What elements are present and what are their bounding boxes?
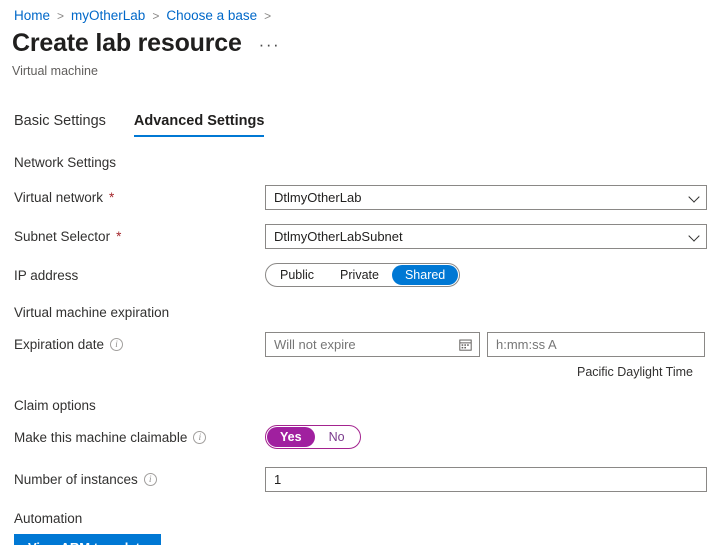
- settings-tabs: Basic Settings Advanced Settings: [14, 113, 264, 137]
- field-row-expiration-date: Expiration date i Will not expire h:mm:s…: [14, 332, 714, 357]
- label-ip-address: IP address: [14, 268, 265, 283]
- label-number-of-instances-text: Number of instances: [14, 472, 138, 487]
- tab-advanced-settings[interactable]: Advanced Settings: [133, 113, 264, 137]
- info-icon[interactable]: i: [143, 473, 157, 486]
- tab-basic-settings[interactable]: Basic Settings: [14, 113, 106, 137]
- timezone-note: Pacific Daylight Time: [576, 365, 693, 379]
- label-expiration-date: Expiration date i: [14, 337, 265, 352]
- label-subnet-selector: Subnet Selector *: [14, 229, 265, 244]
- section-heading-claim-options: Claim options: [14, 398, 96, 413]
- advanced-settings-form: Network Settings Virtual network * Dtlmy…: [0, 155, 714, 545]
- field-row-claimable: Make this machine claimable i Yes No: [14, 425, 714, 449]
- section-heading-vm-expiration: Virtual machine expiration: [14, 305, 170, 320]
- required-indicator: *: [116, 229, 122, 244]
- label-virtual-network: Virtual network *: [14, 190, 265, 205]
- field-row-virtual-network: Virtual network * DtlmyOtherLab: [14, 185, 714, 210]
- breadcrumb-separator-icon: >: [264, 8, 272, 23]
- expiration-date-placeholder: Will not expire: [274, 337, 356, 352]
- breadcrumb-separator-icon: >: [152, 8, 160, 23]
- subnet-selector-select[interactable]: DtlmyOtherLabSubnet: [265, 224, 707, 249]
- field-row-ip-address: IP address Public Private Shared: [14, 263, 714, 287]
- ip-address-toggle[interactable]: Public Private Shared: [265, 263, 461, 287]
- more-options-icon[interactable]: ···: [256, 36, 283, 58]
- section-heading-network-settings: Network Settings: [14, 155, 117, 170]
- breadcrumb: Home > myOtherLab > Choose a base >: [14, 8, 271, 23]
- virtual-network-value: DtlmyOtherLab: [274, 190, 362, 205]
- ip-option-public[interactable]: Public: [267, 265, 327, 285]
- info-icon[interactable]: i: [193, 430, 207, 444]
- required-indicator: *: [109, 190, 115, 205]
- number-of-instances-input[interactable]: 1: [265, 467, 707, 492]
- claimable-option-yes[interactable]: Yes: [267, 427, 315, 447]
- expiration-time-input[interactable]: h:mm:ss A: [487, 332, 705, 357]
- claimable-option-no[interactable]: No: [315, 427, 359, 447]
- automation-actions: View ARM template: [14, 534, 714, 545]
- breadcrumb-item-home[interactable]: Home: [14, 8, 50, 23]
- info-icon[interactable]: i: [110, 338, 124, 351]
- label-subnet-selector-text: Subnet Selector: [14, 229, 111, 244]
- label-make-claimable: Make this machine claimable i: [14, 430, 265, 445]
- page-subtitle: Virtual machine: [12, 64, 98, 78]
- label-ip-address-text: IP address: [14, 267, 79, 283]
- subnet-selector-value: DtlmyOtherLabSubnet: [274, 229, 403, 244]
- breadcrumb-separator-icon: >: [57, 8, 65, 23]
- claimable-toggle[interactable]: Yes No: [265, 425, 361, 449]
- field-row-subnet-selector: Subnet Selector * DtlmyOtherLabSubnet: [14, 224, 714, 249]
- virtual-network-select[interactable]: DtlmyOtherLab: [265, 185, 707, 210]
- chevron-down-icon: [690, 193, 699, 202]
- title-row: Create lab resource ···: [12, 29, 283, 58]
- create-lab-resource-page: Home > myOtherLab > Choose a base > Crea…: [0, 0, 714, 545]
- expiration-time-placeholder: h:mm:ss A: [496, 337, 557, 352]
- page-title: Create lab resource: [12, 29, 242, 57]
- label-virtual-network-text: Virtual network: [14, 190, 104, 205]
- label-number-of-instances: Number of instances i: [14, 472, 265, 487]
- breadcrumb-item-myotherlab[interactable]: myOtherLab: [71, 8, 145, 23]
- calendar-icon: [459, 339, 472, 351]
- field-row-instances: Number of instances i 1: [14, 467, 714, 492]
- view-arm-template-button[interactable]: View ARM template: [14, 534, 162, 545]
- chevron-down-icon: [690, 232, 699, 241]
- ip-option-private[interactable]: Private: [327, 265, 392, 285]
- label-expiration-date-text: Expiration date: [14, 337, 105, 352]
- number-of-instances-value: 1: [274, 472, 282, 487]
- label-make-claimable-text: Make this machine claimable: [14, 429, 188, 445]
- ip-option-shared[interactable]: Shared: [391, 265, 459, 285]
- breadcrumb-item-choose-a-base[interactable]: Choose a base: [166, 8, 257, 23]
- section-heading-automation: Automation: [14, 511, 83, 526]
- expiration-date-input[interactable]: Will not expire: [265, 332, 480, 357]
